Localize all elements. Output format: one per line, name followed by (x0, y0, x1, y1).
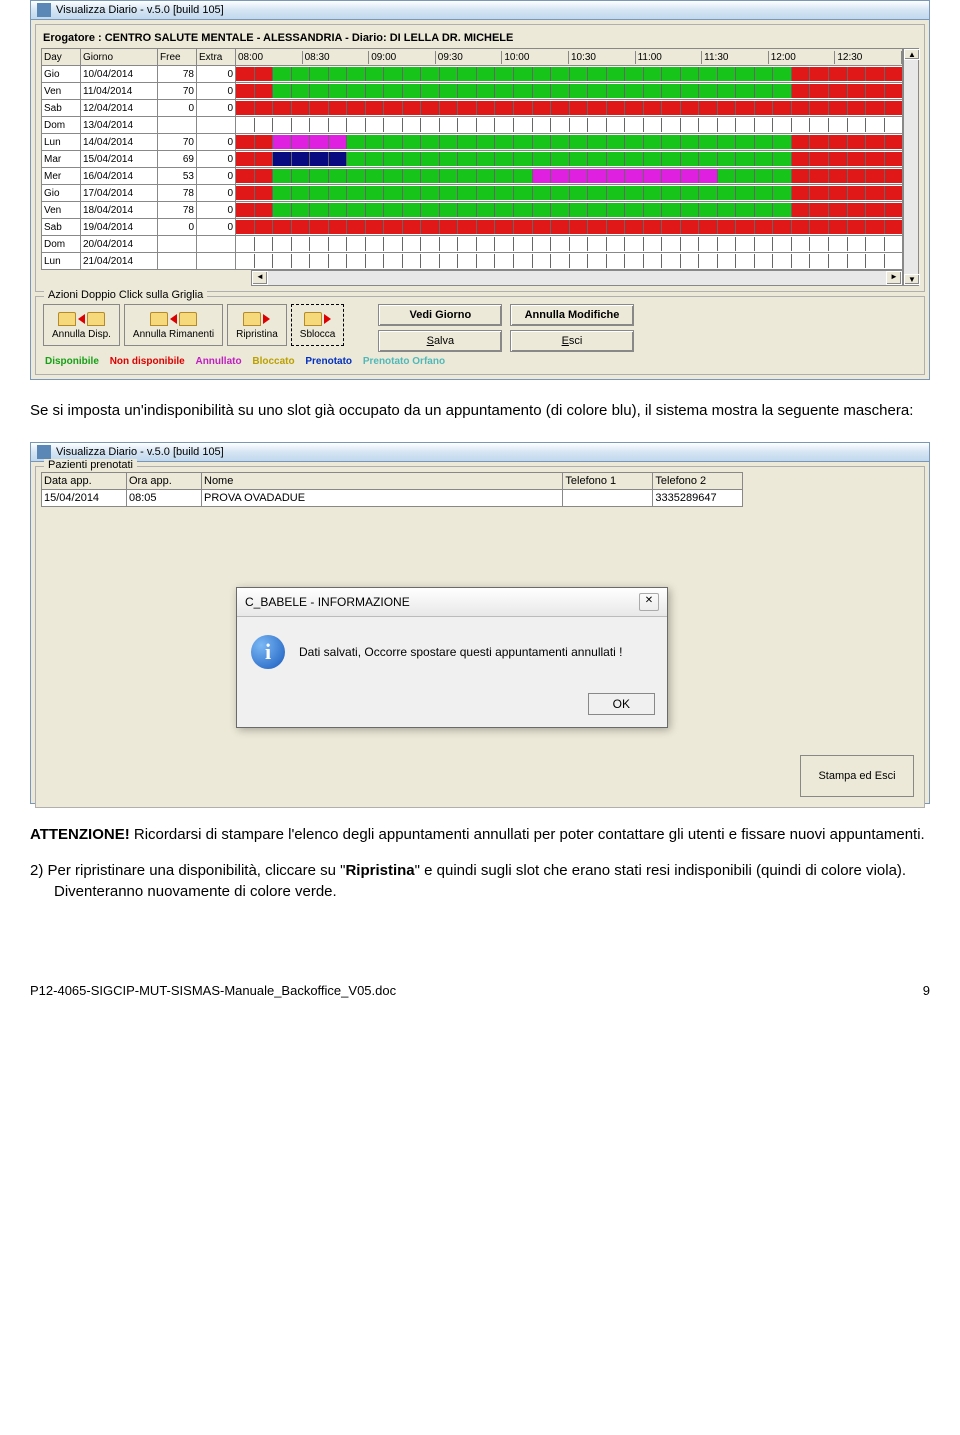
table-row[interactable]: Lun21/04/2014 (42, 253, 903, 270)
h-scrollbar[interactable]: ◄ ► (251, 270, 903, 286)
scroll-left-icon[interactable]: ◄ (252, 271, 268, 285)
titlebar-2: Visualizza Diario - v.5.0 [build 105] (31, 443, 929, 462)
action-sblocca[interactable]: Sblocca (291, 304, 345, 346)
annulla-modifiche-button[interactable]: Annulla Modifiche (510, 304, 634, 326)
table-row[interactable]: Gio17/04/2014780 (42, 185, 903, 202)
legend-statusbar: Disponibile Non disponibile Annullato Bl… (41, 354, 919, 369)
table-row[interactable]: 15/04/2014 08:05 PROVA OVADADUE 33352896… (42, 489, 743, 506)
page-footer: P12-4065-SIGCIP-MUT-SISMAS-Manuale_Backo… (30, 983, 930, 998)
schedule-grid[interactable]: DayGiornoFreeExtra08:0008:3009:0009:3010… (41, 48, 903, 270)
close-icon[interactable]: ✕ (639, 593, 659, 611)
titlebar: Visualizza Diario - v.5.0 [build 105] (31, 1, 929, 20)
actions-legend: Azioni Doppio Click sulla Griglia (44, 289, 207, 301)
ok-button[interactable]: OK (588, 693, 655, 715)
dialog-message: Dati salvati, Occorre spostare questi ap… (299, 645, 623, 659)
table-row[interactable]: Dom20/04/2014 (42, 236, 903, 253)
window-title-2: Visualizza Diario - v.5.0 [build 105] (56, 446, 224, 458)
vedi-giorno-button[interactable]: Vedi Giorno (378, 304, 502, 326)
app-icon (37, 445, 51, 459)
table-row[interactable]: Sab12/04/201400 (42, 100, 903, 117)
table-row[interactable]: Lun14/04/2014700 (42, 134, 903, 151)
action-annulla-disp-[interactable]: Annulla Disp. (43, 304, 120, 346)
info-dialog: C_BABELE - INFORMAZIONE ✕ i Dati salvati… (236, 587, 668, 728)
stampa-esci-button[interactable]: Stampa ed Esci (800, 755, 914, 797)
table-row[interactable]: Dom13/04/2014 (42, 117, 903, 134)
scroll-right-icon[interactable]: ► (886, 271, 902, 285)
paragraph-attenzione: ATTENZIONE! Ricordarsi di stampare l'ele… (30, 824, 930, 846)
action-annulla-rimanenti[interactable]: Annulla Rimanenti (124, 304, 223, 346)
table-row[interactable]: Ven18/04/2014780 (42, 202, 903, 219)
window-pazienti: Visualizza Diario - v.5.0 [build 105] Pa… (30, 442, 930, 804)
app-icon (37, 3, 51, 17)
window-diario: Visualizza Diario - v.5.0 [build 105] Er… (30, 0, 930, 380)
pazienti-fieldset: Pazienti prenotati Data app. Ora app. No… (35, 466, 925, 808)
action-ripristina[interactable]: Ripristina (227, 304, 287, 346)
info-icon: i (251, 635, 285, 669)
salva-button[interactable]: Salva (378, 330, 502, 352)
table-row[interactable]: Sab19/04/201400 (42, 219, 903, 236)
dialog-title: C_BABELE - INFORMAZIONE (245, 595, 410, 609)
window-title: Visualizza Diario - v.5.0 [build 105] (56, 4, 224, 16)
paragraph-1: Se si imposta un'indisponibilità su uno … (30, 400, 930, 422)
pazienti-grid[interactable]: Data app. Ora app. Nome Telefono 1 Telef… (41, 472, 743, 507)
pazienti-legend: Pazienti prenotati (44, 459, 137, 471)
actions-fieldset: Azioni Doppio Click sulla Griglia Annull… (35, 296, 925, 375)
table-row[interactable]: Ven11/04/2014700 (42, 83, 903, 100)
paragraph-ripristina: 2) Per ripristinare una disponibilità, c… (30, 860, 930, 904)
table-row[interactable]: Mer16/04/2014530 (42, 168, 903, 185)
v-scrollbar[interactable]: ▲ ▼ (903, 48, 919, 286)
table-row[interactable]: Gio10/04/2014780 (42, 66, 903, 83)
scroll-down-icon[interactable]: ▼ (904, 274, 920, 285)
footer-page: 9 (923, 983, 930, 998)
table-row[interactable]: Mar15/04/2014690 (42, 151, 903, 168)
scroll-up-icon[interactable]: ▲ (904, 49, 920, 60)
diario-header: Erogatore : CENTRO SALUTE MENTALE - ALES… (43, 32, 919, 44)
esci-button[interactable]: Esci (510, 330, 634, 352)
footer-filename: P12-4065-SIGCIP-MUT-SISMAS-Manuale_Backo… (30, 983, 396, 998)
diario-fieldset: Erogatore : CENTRO SALUTE MENTALE - ALES… (35, 24, 925, 292)
